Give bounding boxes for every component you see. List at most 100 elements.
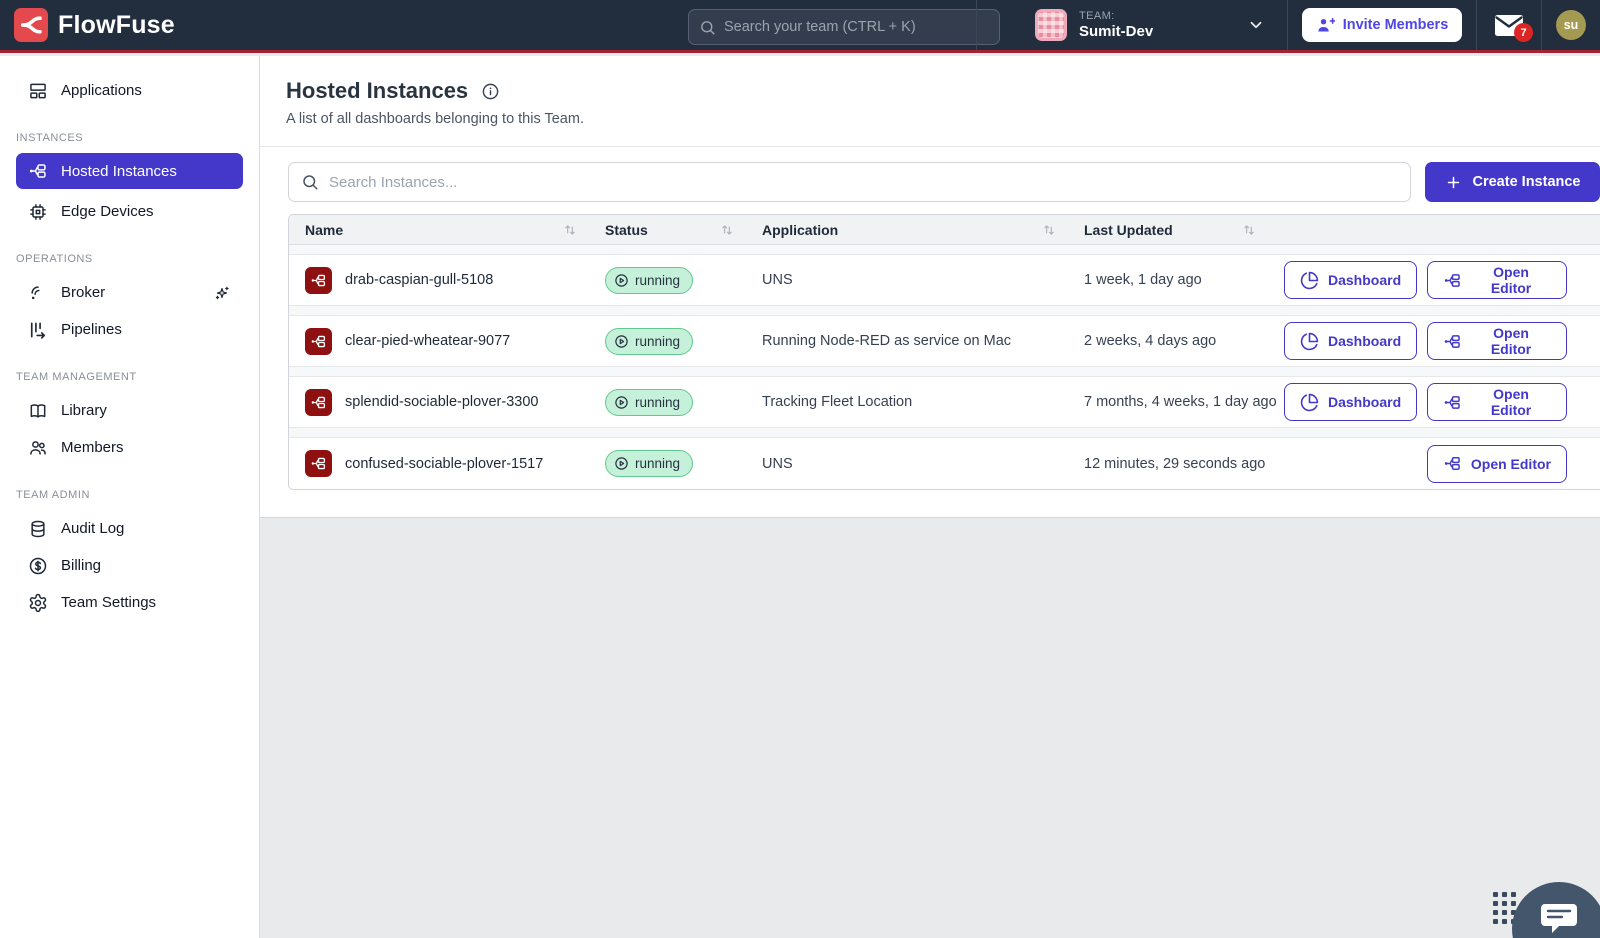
brand-name: FlowFuse [58, 11, 175, 40]
sidebar-item-team-settings[interactable]: Team Settings [0, 584, 259, 621]
play-circle-icon [614, 395, 629, 410]
sparkles-icon [213, 284, 231, 302]
pipelines-icon [28, 320, 48, 340]
sidebar-item-broker[interactable]: Broker [0, 274, 259, 311]
database-icon [28, 519, 48, 539]
table-row[interactable]: splendid-sociable-plover-3300 running Tr… [289, 376, 1600, 428]
column-label: Status [605, 222, 648, 238]
sidebar-item-members[interactable]: Members [0, 429, 259, 466]
table-row[interactable]: clear-pied-wheatear-9077 running Running… [289, 315, 1600, 367]
table-row[interactable]: drab-caspian-gull-5108 running UNS 1 wee… [289, 254, 1600, 306]
sidebar-item-label: Library [61, 402, 107, 419]
team-selector[interactable]: TEAM: Sumit-Dev [977, 0, 1287, 50]
application-name: UNS [762, 272, 1084, 288]
table-row[interactable]: confused-sociable-plover-1517 running UN… [289, 437, 1600, 489]
sidebar-section-operations: OPERATIONS [0, 253, 259, 265]
status-label: running [635, 334, 680, 349]
flowfuse-logo-icon [14, 8, 48, 42]
sort-icon[interactable] [720, 223, 734, 237]
status-label: running [635, 273, 680, 288]
status-badge: running [605, 267, 693, 294]
node-flow-icon [1443, 393, 1462, 412]
dashboard-button[interactable]: Dashboard [1284, 383, 1417, 421]
column-header-last-updated[interactable]: Last Updated [1084, 222, 1284, 238]
sidebar-section-team-admin: TEAM ADMIN [0, 489, 259, 501]
dashboard-button[interactable]: Dashboard [1284, 322, 1417, 360]
sidebar-item-applications[interactable]: Applications [0, 72, 259, 109]
sidebar: Applications INSTANCES Hosted Instances … [0, 56, 260, 938]
status-badge: running [605, 389, 693, 416]
table-header-row: Name Status Application Last Updated [289, 215, 1600, 245]
page-title: Hosted Instances [286, 78, 468, 104]
sort-icon[interactable] [563, 223, 577, 237]
column-label: Name [305, 222, 343, 238]
search-icon [301, 173, 319, 191]
top-navbar: FlowFuse TEAM: Sumit-Dev Invite Members … [0, 0, 1600, 53]
last-updated: 1 week, 1 day ago [1084, 272, 1284, 288]
user-plus-icon [1316, 16, 1335, 35]
dashboard-label: Dashboard [1328, 394, 1401, 410]
chat-bubble-icon [1539, 900, 1579, 936]
sidebar-item-label: Applications [61, 82, 142, 99]
broadcast-icon [28, 283, 48, 303]
pie-chart-icon [1300, 393, 1319, 412]
page-subtitle: A list of all dashboards belonging to th… [286, 111, 1574, 127]
dashboard-label: Dashboard [1328, 333, 1401, 349]
last-updated: 12 minutes, 29 seconds ago [1084, 456, 1284, 472]
open-editor-label: Open Editor [1471, 264, 1551, 296]
users-icon [28, 438, 48, 458]
invite-members-button[interactable]: Invite Members [1302, 8, 1463, 42]
sidebar-item-hosted-instances[interactable]: Hosted Instances [16, 153, 243, 189]
last-updated: 2 weeks, 4 days ago [1084, 333, 1284, 349]
dashboard-label: Dashboard [1328, 272, 1401, 288]
team-search-input[interactable] [724, 19, 989, 35]
instances-search-box [288, 162, 1411, 202]
chip-icon [28, 202, 48, 222]
open-editor-button[interactable]: Open Editor [1427, 445, 1567, 483]
sidebar-section-team-management: TEAM MANAGEMENT [0, 371, 259, 383]
instances-panel: Create Instance Name Status Application [260, 147, 1600, 518]
status-badge: running [605, 328, 693, 355]
info-icon[interactable] [481, 82, 500, 101]
team-name: Sumit-Dev [1079, 23, 1153, 40]
pie-chart-icon [1300, 332, 1319, 351]
plus-icon [1445, 174, 1462, 191]
column-header-application[interactable]: Application [762, 222, 1084, 238]
create-instance-button[interactable]: Create Instance [1425, 162, 1600, 202]
sidebar-item-edge-devices[interactable]: Edge Devices [0, 193, 259, 230]
sidebar-item-label: Pipelines [61, 321, 122, 338]
node-flow-icon [28, 161, 48, 181]
sort-icon[interactable] [1242, 223, 1256, 237]
column-header-name[interactable]: Name [289, 222, 605, 238]
node-flow-icon [1443, 271, 1462, 290]
user-avatar[interactable]: su [1556, 10, 1586, 40]
book-icon [28, 401, 48, 421]
instance-name: drab-caspian-gull-5108 [345, 272, 493, 288]
play-circle-icon [614, 456, 629, 471]
sidebar-item-library[interactable]: Library [0, 392, 259, 429]
notifications-button[interactable]: 7 [1477, 0, 1541, 50]
brand[interactable]: FlowFuse [0, 8, 175, 42]
create-instance-label: Create Instance [1473, 174, 1581, 190]
application-name: Tracking Fleet Location [762, 394, 1084, 410]
sidebar-item-billing[interactable]: Billing [0, 547, 259, 584]
open-editor-button[interactable]: Open Editor [1427, 322, 1567, 360]
instances-search-input[interactable] [329, 174, 1398, 191]
status-label: running [635, 456, 680, 471]
play-circle-icon [614, 273, 629, 288]
open-editor-button[interactable]: Open Editor [1427, 261, 1567, 299]
sidebar-item-pipelines[interactable]: Pipelines [0, 311, 259, 348]
status-badge: running [605, 450, 693, 477]
sidebar-item-label: Broker [61, 284, 105, 301]
dashboard-button[interactable]: Dashboard [1284, 261, 1417, 299]
instance-name: confused-sociable-plover-1517 [345, 456, 543, 472]
play-circle-icon [614, 334, 629, 349]
open-editor-label: Open Editor [1471, 456, 1551, 472]
column-header-status[interactable]: Status [605, 222, 762, 238]
main-content: Hosted Instances A list of all dashboard… [260, 56, 1600, 938]
node-red-icon [305, 267, 332, 294]
instance-name: clear-pied-wheatear-9077 [345, 333, 510, 349]
open-editor-button[interactable]: Open Editor [1427, 383, 1567, 421]
sidebar-item-audit-log[interactable]: Audit Log [0, 510, 259, 547]
sort-icon[interactable] [1042, 223, 1056, 237]
